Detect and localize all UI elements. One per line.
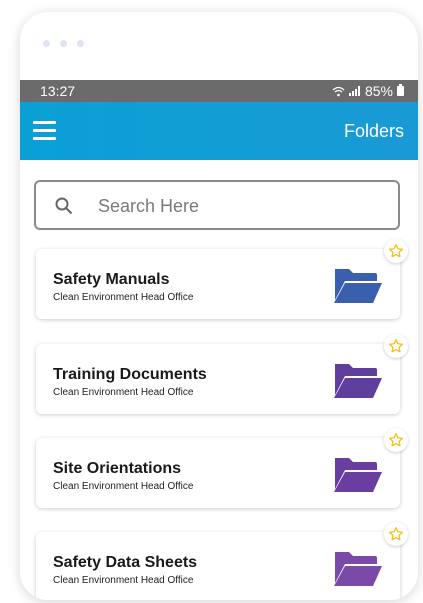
status-time: 13:27 xyxy=(40,83,76,99)
folder-subtitle: Clean Environment Head Office xyxy=(53,575,194,586)
status-indicators: 85% xyxy=(332,80,404,102)
window-dots xyxy=(43,40,84,47)
status-bar: 13:27 85% xyxy=(20,80,418,102)
folder-card[interactable]: Training Documents Clean Environment Head… xyxy=(36,334,408,414)
folder-card[interactable]: Site Orientations Clean Environment Head … xyxy=(36,428,408,508)
folder-icon xyxy=(334,458,382,492)
hamburger-menu-icon[interactable] xyxy=(33,119,57,143)
page-title: Folders xyxy=(343,121,404,141)
folder-subtitle: Clean Environment Head Office xyxy=(53,292,194,303)
folder-icon xyxy=(334,364,382,398)
search-box[interactable] xyxy=(34,180,400,230)
favorite-star-icon[interactable] xyxy=(384,334,408,358)
favorite-star-icon[interactable] xyxy=(384,522,408,546)
folder-name: Safety Data Sheets xyxy=(53,554,198,571)
search-input[interactable] xyxy=(96,192,380,220)
dot xyxy=(43,40,50,47)
folder-subtitle: Clean Environment Head Office xyxy=(53,481,194,492)
folder-icon xyxy=(334,269,382,303)
folder-name: Training Documents xyxy=(53,366,207,383)
app-bar: Folders xyxy=(20,102,418,160)
signal-icon xyxy=(348,86,360,96)
search-icon xyxy=(55,197,73,215)
folder-icon xyxy=(334,552,382,586)
favorite-star-icon[interactable] xyxy=(384,428,408,452)
folder-card[interactable]: Safety Data Sheets Clean Environment Head… xyxy=(36,522,408,600)
wifi-icon xyxy=(332,86,345,96)
dot xyxy=(77,40,84,47)
folder-card[interactable]: Safety Manuals Clean Environment Head Off… xyxy=(36,239,408,319)
favorite-star-icon[interactable] xyxy=(384,239,408,263)
battery-percent: 85% xyxy=(364,83,393,99)
folder-subtitle: Clean Environment Head Office xyxy=(53,387,194,398)
phone-frame: 13:27 85% Folders Search Here Safety Man… xyxy=(20,12,418,600)
battery-icon xyxy=(397,84,404,96)
dot xyxy=(60,40,67,47)
folder-name: Site Orientations xyxy=(53,460,182,477)
folder-name: Safety Manuals xyxy=(53,271,170,288)
